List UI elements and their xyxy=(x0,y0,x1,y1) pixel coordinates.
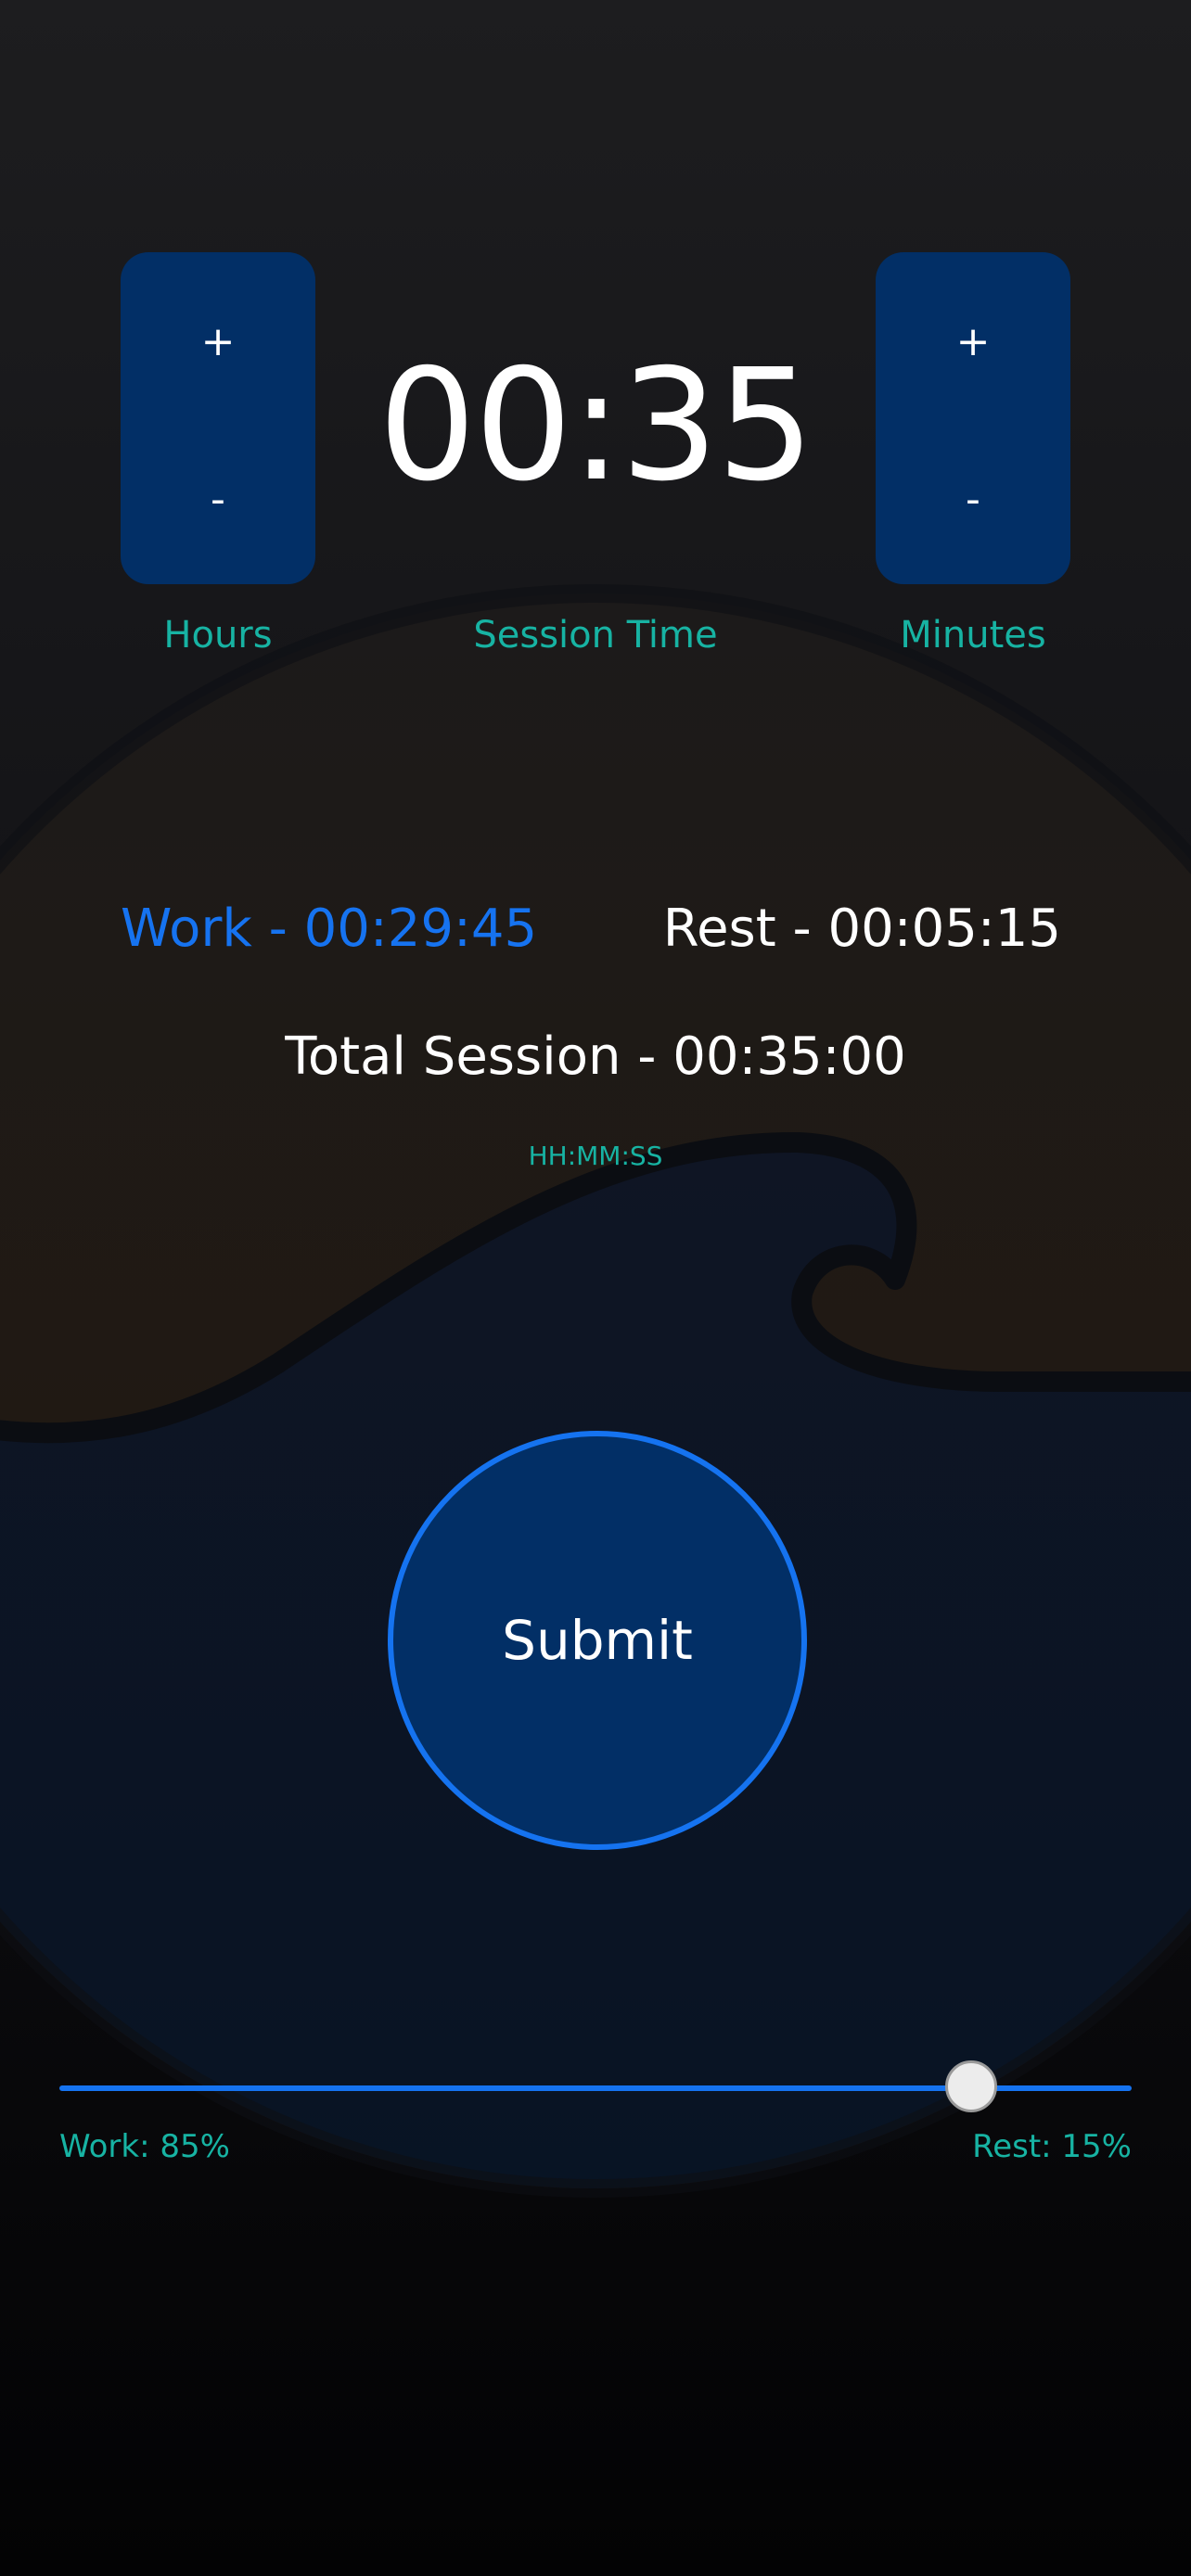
minutes-stepper: + - xyxy=(876,252,1070,584)
minutes-label: Minutes xyxy=(900,614,1046,657)
session-time-label: Session Time xyxy=(473,614,718,657)
hours-decrement-button[interactable]: - xyxy=(121,434,315,564)
work-percentage-label: Work: 85% xyxy=(59,2128,230,2165)
session-time-display: 00:35 xyxy=(378,337,814,516)
rest-percentage-label: Rest: 15% xyxy=(972,2128,1132,2165)
minutes-increment-button[interactable]: + xyxy=(876,276,1070,406)
hours-increment-button[interactable]: + xyxy=(121,276,315,406)
minutes-decrement-button[interactable]: - xyxy=(876,434,1070,564)
work-duration: Work - 00:29:45 xyxy=(121,899,538,959)
hours-stepper: + - xyxy=(121,252,315,584)
time-format-hint: HH:MM:SS xyxy=(528,1141,663,1171)
work-rest-slider-thumb[interactable] xyxy=(944,2060,997,2112)
total-session-duration: Total Session - 00:35:00 xyxy=(285,1027,906,1087)
hours-label: Hours xyxy=(163,614,273,657)
submit-button[interactable]: Submit xyxy=(388,1431,807,1850)
rest-duration: Rest - 00:05:15 xyxy=(662,899,1061,959)
